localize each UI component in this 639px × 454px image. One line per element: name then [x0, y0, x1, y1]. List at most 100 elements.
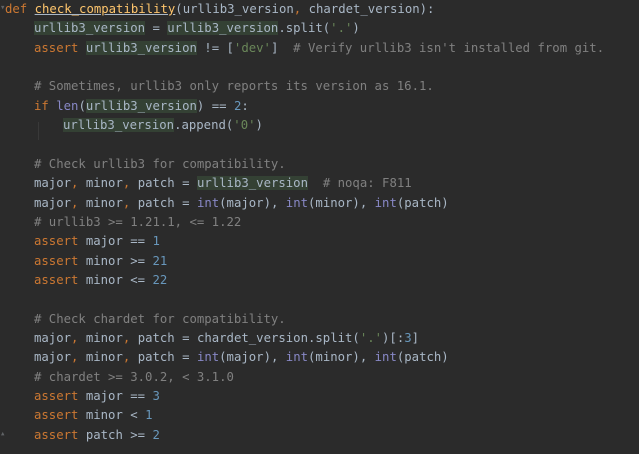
code-token: 3	[404, 330, 412, 345]
code-token: minor >=	[78, 253, 153, 268]
code-token: 1	[152, 234, 160, 249]
code-token: =	[174, 330, 197, 345]
code-token: .split(	[278, 21, 331, 36]
code-token: 'dev'	[233, 40, 271, 55]
code-token: urllib3_version	[85, 40, 197, 55]
code-token: minor <=	[78, 272, 153, 287]
code-token: ,	[71, 195, 86, 210]
code-token: minor <	[78, 408, 146, 423]
code-token: patch	[137, 350, 175, 365]
code-token: ,	[122, 195, 138, 210]
code-token: ):	[419, 2, 435, 16]
code-token: (minor),	[308, 350, 375, 365]
code-token: ,	[71, 350, 86, 365]
code-token: chardet_version	[308, 2, 420, 16]
code-token: minor	[85, 176, 123, 191]
code-token: assert	[34, 408, 79, 423]
code-line[interactable]: # Check chardet for compatibility.	[34, 310, 286, 328]
code-line[interactable]: # urllib3 >= 1.21.1, <= 1.22	[34, 213, 241, 231]
code-token: 22	[152, 272, 168, 287]
code-token: (patch)	[396, 195, 449, 210]
code-token: ,	[71, 176, 86, 191]
code-line[interactable]: assert major == 1	[34, 232, 160, 250]
code-line[interactable]: assert major == 3	[34, 387, 160, 405]
code-token: patch	[137, 176, 175, 191]
code-token: major ==	[78, 389, 153, 403]
code-token: (patch)	[396, 350, 449, 365]
code-token: 3	[152, 389, 160, 403]
code-line[interactable]: # Sometimes, urllib3 only reports its ve…	[34, 77, 434, 95]
code-token: (major),	[219, 195, 286, 210]
code-token: =	[174, 195, 197, 210]
code-line[interactable]: major, minor, patch = urllib3_version # …	[34, 174, 412, 192]
code-token: 1	[145, 408, 153, 423]
code-token: urllib3_version	[182, 2, 294, 16]
fold-end-marker-icon[interactable]: ▴	[0, 429, 6, 439]
code-token: check_compatibility	[34, 2, 176, 16]
code-token: def	[5, 2, 28, 16]
code-token: urllib3_version	[196, 176, 308, 191]
code-line[interactable]: urllib3_version.append('0')	[63, 116, 263, 134]
code-token: len	[56, 98, 79, 113]
code-token: # Check chardet for compatibility.	[34, 311, 286, 326]
code-line[interactable]: if len(urllib3_version) == 2:	[34, 97, 249, 115]
code-token: (major),	[219, 350, 286, 365]
code-token: if	[34, 98, 49, 113]
code-token: '.'	[359, 330, 383, 345]
code-line[interactable]: # chardet >= 3.0.2, < 3.1.0	[34, 368, 234, 386]
code-token: # Verify urllib3 isn't installed from gi…	[293, 40, 605, 55]
code-token: =	[174, 176, 197, 191]
code-line[interactable]: assert minor >= 21	[34, 252, 167, 270]
code-token: minor	[85, 330, 123, 345]
code-token: (minor),	[308, 195, 375, 210]
code-token: int	[196, 350, 220, 365]
code-line[interactable]: assert patch >= 2	[34, 426, 160, 444]
code-token: ,	[71, 330, 86, 345]
code-line[interactable]: # Check urllib3 for compatibility.	[34, 155, 286, 173]
code-token: assert	[34, 40, 79, 55]
code-token: patch	[137, 195, 175, 210]
code-token: # Sometimes, urllib3 only reports its ve…	[34, 79, 434, 94]
code-token: major	[34, 330, 72, 345]
code-token: minor	[85, 350, 123, 365]
code-token: int	[196, 195, 220, 210]
code-token: # noqa: F811	[322, 176, 412, 191]
code-token: '.'	[330, 21, 353, 36]
code-line[interactable]: def check_compatibility(urllib3_version,…	[5, 0, 434, 18]
code-token: int	[374, 350, 397, 365]
code-token: urllib3_version	[85, 98, 197, 113]
code-token: major	[34, 350, 72, 365]
code-token: )	[255, 118, 263, 133]
code-line[interactable]: major, minor, patch = int(major), int(mi…	[34, 348, 449, 366]
code-token: # Check urllib3 for compatibility.	[34, 156, 286, 171]
code-line[interactable]: urllib3_version = urllib3_version.split(…	[34, 19, 360, 37]
code-line[interactable]: major, minor, patch = int(major), int(mi…	[34, 194, 449, 212]
code-token: != [	[196, 40, 234, 55]
indent-guide	[38, 122, 39, 140]
code-token: (	[175, 2, 183, 16]
code-token: # urllib3 >= 1.21.1, <= 1.22	[34, 214, 242, 229]
code-line[interactable]: assert urllib3_version != ['dev'] # Veri…	[34, 39, 604, 57]
code-token: ,	[122, 350, 138, 365]
code-token: =	[174, 350, 197, 365]
code-token: ,	[122, 330, 138, 345]
code-token: urllib3_version	[167, 21, 279, 36]
code-token: 2	[152, 427, 160, 442]
code-token: int	[285, 350, 309, 365]
code-line[interactable]: major, minor, patch = chardet_version.sp…	[34, 329, 419, 347]
code-token: assert	[34, 427, 79, 442]
code-editor[interactable]: ▾ ▴ def check_compatibility(urllib3_vers…	[0, 0, 639, 454]
code-token: '0'	[233, 118, 256, 133]
code-token: )	[352, 21, 360, 36]
code-token: int	[374, 195, 397, 210]
code-token: minor	[85, 195, 123, 210]
code-token: =	[145, 21, 168, 36]
code-token: # chardet >= 3.0.2, < 3.1.0	[34, 369, 234, 384]
code-token: urllib3_version	[63, 118, 175, 133]
code-token: chardet_version.split(	[196, 330, 360, 345]
code-line[interactable]: assert minor < 1	[34, 406, 152, 424]
code-line[interactable]: assert minor <= 22	[34, 271, 167, 289]
code-token: major	[34, 176, 72, 191]
